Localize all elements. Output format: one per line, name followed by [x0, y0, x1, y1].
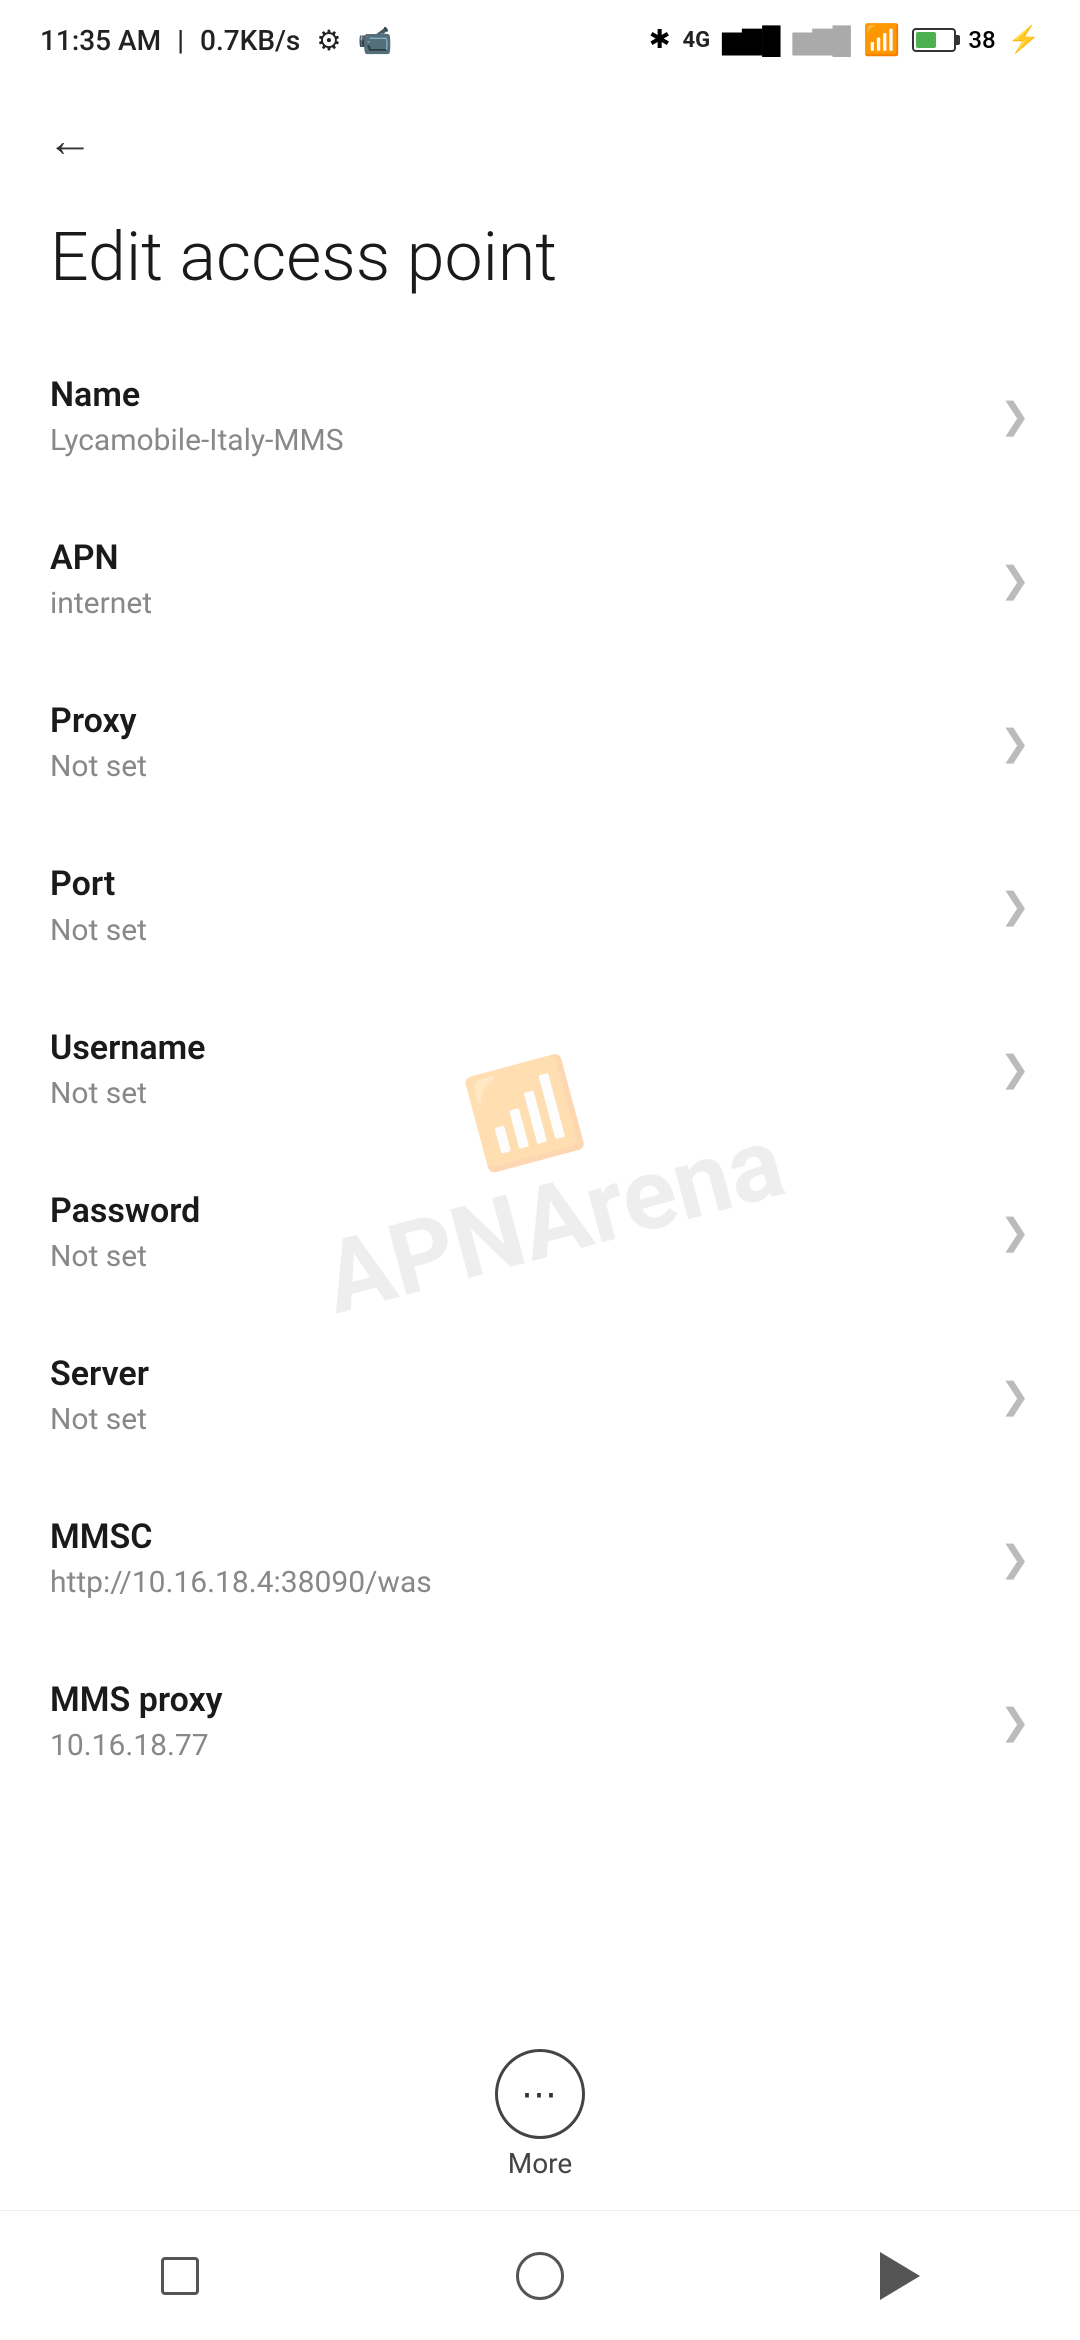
settings-label-mmsc: MMSC: [50, 1515, 980, 1559]
status-left: 11:35 AM | 0.7KB/s ⚙ 📹: [40, 24, 392, 57]
settings-label-name: Name: [50, 373, 980, 417]
settings-value-name: Lycamobile-Italy-MMS: [50, 421, 980, 460]
settings-item-proxy-content: Proxy Not set: [50, 699, 980, 786]
settings-item-port[interactable]: Port Not set ❯: [0, 824, 1080, 987]
settings-item-mms-proxy-content: MMS proxy 10.16.18.77: [50, 1678, 980, 1765]
page-title: Edit access point: [0, 190, 1080, 335]
chevron-right-icon: ❯: [1000, 559, 1030, 601]
settings-value-server: Not set: [50, 1400, 980, 1439]
settings-item-server[interactable]: Server Not set ❯: [0, 1314, 1080, 1477]
settings-item-username-content: Username Not set: [50, 1026, 980, 1113]
signal-bars2-icon: ▆▇█: [793, 25, 851, 56]
settings-item-server-content: Server Not set: [50, 1352, 980, 1439]
back-button[interactable]: ←: [40, 110, 100, 170]
chevron-right-icon: ❯: [1000, 885, 1030, 927]
settings-value-mmsc: http://10.16.18.4:38090/was: [50, 1563, 980, 1602]
wifi-icon: 📶: [863, 23, 900, 58]
settings-list: Name Lycamobile-Italy-MMS ❯ APN internet…: [0, 335, 1080, 1804]
settings-label-port: Port: [50, 862, 980, 906]
settings-icon: ⚙: [316, 24, 341, 57]
settings-item-password-content: Password Not set: [50, 1189, 980, 1276]
battery-percent: 38: [968, 26, 995, 54]
settings-value-username: Not set: [50, 1074, 980, 1113]
settings-item-port-content: Port Not set: [50, 862, 980, 949]
settings-label-password: Password: [50, 1189, 980, 1233]
settings-value-proxy: Not set: [50, 747, 980, 786]
nav-home-button[interactable]: [500, 2236, 580, 2316]
nav-back-button[interactable]: [860, 2236, 940, 2316]
battery-indicator: [912, 28, 956, 52]
chevron-right-icon: ❯: [1000, 1211, 1030, 1253]
time-display: 11:35 AM: [40, 24, 161, 57]
settings-value-mms-proxy: 10.16.18.77: [50, 1726, 980, 1765]
status-bar: 11:35 AM | 0.7KB/s ⚙ 📹 ✱ 4G ▆▇█ ▆▇█ 📶 38…: [0, 0, 1080, 80]
nav-recents-icon: [161, 2257, 199, 2295]
nav-bar: [0, 2210, 1080, 2340]
status-right: ✱ 4G ▆▇█ ▆▇█ 📶 38 ⚡: [649, 23, 1040, 58]
settings-item-apn-content: APN internet: [50, 536, 980, 623]
more-dots-icon: ⋯: [521, 2076, 559, 2112]
chevron-right-icon: ❯: [1000, 1375, 1030, 1417]
nav-recents-button[interactable]: [140, 2236, 220, 2316]
settings-item-username[interactable]: Username Not set ❯: [0, 988, 1080, 1151]
bolt-icon: ⚡: [1008, 25, 1040, 55]
settings-value-apn: internet: [50, 584, 980, 623]
settings-item-apn[interactable]: APN internet ❯: [0, 498, 1080, 661]
signal-bars-icon: ▆▇█: [722, 25, 780, 56]
chevron-right-icon: ❯: [1000, 722, 1030, 764]
bottom-action: ⋯ More: [0, 2049, 1080, 2180]
settings-value-password: Not set: [50, 1237, 980, 1276]
settings-label-proxy: Proxy: [50, 699, 980, 743]
more-button[interactable]: ⋯ More: [495, 2049, 585, 2180]
bluetooth-icon: ✱: [649, 25, 671, 55]
battery-fill: [916, 32, 936, 48]
chevron-right-icon: ❯: [1000, 395, 1030, 437]
video-icon: 📹: [357, 24, 392, 57]
settings-item-mmsc-content: MMSC http://10.16.18.4:38090/was: [50, 1515, 980, 1602]
nav-home-icon: [516, 2252, 564, 2300]
settings-item-password[interactable]: Password Not set ❯: [0, 1151, 1080, 1314]
data-speed: 0.7KB/s: [200, 24, 300, 57]
back-arrow-icon: ←: [47, 113, 93, 168]
settings-item-mmsc[interactable]: MMSC http://10.16.18.4:38090/was ❯: [0, 1477, 1080, 1640]
settings-item-mms-proxy[interactable]: MMS proxy 10.16.18.77 ❯: [0, 1640, 1080, 1803]
more-circle: ⋯: [495, 2049, 585, 2139]
settings-label-server: Server: [50, 1352, 980, 1396]
settings-label-mms-proxy: MMS proxy: [50, 1678, 980, 1722]
chevron-right-icon: ❯: [1000, 1701, 1030, 1743]
more-label: More: [508, 2147, 573, 2180]
network-4g-icon: 4G: [683, 28, 711, 53]
nav-back-icon: [880, 2252, 920, 2300]
top-nav: ←: [0, 80, 1080, 190]
speed-display: |: [177, 24, 184, 57]
settings-label-apn: APN: [50, 536, 980, 580]
settings-label-username: Username: [50, 1026, 980, 1070]
settings-item-name-content: Name Lycamobile-Italy-MMS: [50, 373, 980, 460]
chevron-right-icon: ❯: [1000, 1048, 1030, 1090]
settings-item-proxy[interactable]: Proxy Not set ❯: [0, 661, 1080, 824]
chevron-right-icon: ❯: [1000, 1538, 1030, 1580]
settings-item-name[interactable]: Name Lycamobile-Italy-MMS ❯: [0, 335, 1080, 498]
settings-value-port: Not set: [50, 911, 980, 950]
